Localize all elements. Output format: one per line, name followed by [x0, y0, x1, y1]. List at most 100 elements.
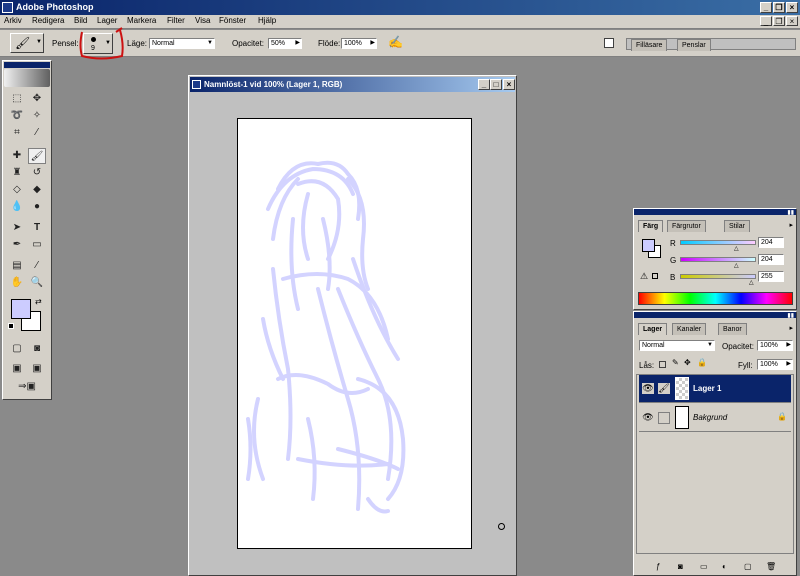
adjustment-layer-icon[interactable]: ◐	[722, 562, 727, 571]
zoom-tool-icon[interactable]: 🔍	[28, 275, 46, 291]
foreground-color-swatch[interactable]	[11, 299, 31, 319]
dodge-tool-icon[interactable]: ●	[28, 199, 46, 215]
menu-hjalp[interactable]: Hjälp	[258, 16, 276, 25]
paint-bucket-icon[interactable]: ◆	[28, 182, 46, 198]
doc-window-maximize-button[interactable]: □	[490, 79, 502, 90]
tool-preset-picker[interactable]: 🖌 ▼	[10, 33, 44, 53]
tab-kanaler[interactable]: Kanaler	[672, 323, 707, 335]
gamut-warning-icon: ⚠	[640, 271, 649, 281]
brush-link-icon[interactable]: 🖌	[658, 383, 670, 394]
channel-b-field[interactable]: 255	[758, 271, 784, 282]
tab-penslar[interactable]: Penslar	[677, 39, 711, 51]
canvas[interactable]	[237, 118, 472, 549]
lock-all-icon[interactable]: 🔒	[697, 358, 707, 367]
doc-restore-button[interactable]: ❐	[773, 16, 785, 26]
lock-transparency-icon[interactable]	[659, 361, 666, 368]
swap-colors-icon[interactable]: ⇄	[35, 297, 42, 306]
new-set-icon[interactable]: ▭	[700, 562, 708, 571]
full-screen-icon[interactable]: ▣	[28, 361, 46, 377]
crop-tool-icon[interactable]: ⌗	[8, 125, 26, 141]
color-panel-close-icon[interactable]: ▮▮	[787, 209, 794, 216]
tab-fillasare[interactable]: Filläsare	[631, 39, 668, 51]
mode-select[interactable]: Normal ▼	[149, 38, 215, 49]
imageready-icon[interactable]: ⇒▣	[13, 379, 41, 395]
tab-banor[interactable]: Banor	[718, 323, 747, 335]
opacity-field[interactable]: 50% ▶	[268, 38, 302, 49]
tab-lager[interactable]: Lager	[638, 323, 668, 335]
move-tool-icon[interactable]: ✥	[28, 91, 46, 107]
pen-tool-icon[interactable]: ✒	[8, 237, 26, 253]
magic-wand-icon[interactable]: ✧	[28, 108, 46, 124]
clone-stamp-icon[interactable]: ♜	[8, 165, 26, 181]
brush-tool-icon[interactable]: 🖌	[28, 148, 46, 164]
doc-window-minimize-button[interactable]: _	[478, 79, 490, 90]
layer-link-box[interactable]	[658, 412, 670, 424]
path-selection-icon[interactable]: ➤	[8, 220, 26, 236]
layers-panel-close-icon[interactable]: ▮▮	[787, 312, 794, 319]
fill-field[interactable]: 100% ▶	[757, 359, 793, 370]
palette-well-icon[interactable]	[604, 38, 614, 48]
menu-visa[interactable]: Visa	[195, 16, 210, 25]
channel-r-field[interactable]: 204	[758, 237, 784, 248]
menu-redigera[interactable]: Redigera	[32, 16, 64, 25]
document-title: Namnlöst-1 vid 100% (Lager 1, RGB)	[204, 80, 343, 89]
menu-fonster[interactable]: Fönster	[219, 16, 246, 25]
hand-tool-icon[interactable]: ✋	[8, 275, 26, 291]
tab-farg[interactable]: Färg	[638, 220, 664, 232]
panel-menu-icon[interactable]: ▸	[789, 324, 793, 332]
healing-brush-icon[interactable]: ✚	[8, 148, 26, 164]
slider-thumb-icon[interactable]: △	[734, 245, 739, 252]
new-layer-icon[interactable]: ▢	[744, 562, 752, 571]
panel-menu-icon[interactable]: ▸	[789, 221, 793, 229]
layer-row-lager-1[interactable]: 👁 🖌 Lager 1	[639, 375, 791, 403]
channel-r-slider[interactable]	[680, 240, 756, 245]
type-tool-icon[interactable]: T	[28, 220, 46, 236]
lock-position-icon[interactable]: ✥	[684, 358, 691, 367]
minimize-button[interactable]: _	[760, 2, 772, 13]
doc-window-close-button[interactable]: ×	[503, 79, 515, 90]
menu-bild[interactable]: Bild	[74, 16, 87, 25]
standard-mode-icon[interactable]: ▢	[8, 341, 26, 357]
marquee-tool-icon[interactable]: ⬚	[8, 91, 26, 107]
default-colors-icon[interactable]	[8, 323, 14, 329]
slider-thumb-icon[interactable]: △	[734, 262, 739, 269]
menu-filter[interactable]: Filter	[167, 16, 185, 25]
slice-tool-icon[interactable]: ⁄	[28, 125, 46, 141]
history-brush-icon[interactable]: ↺	[28, 165, 46, 181]
notes-tool-icon[interactable]: ▤	[8, 258, 26, 274]
airbrush-icon[interactable]: ✍	[388, 35, 403, 49]
channel-g-field[interactable]: 204	[758, 254, 784, 265]
menu-markera[interactable]: Markera	[127, 16, 156, 25]
channel-g-slider[interactable]	[680, 257, 756, 262]
menu-lager[interactable]: Lager	[97, 16, 117, 25]
adobe-online-icon[interactable]	[4, 69, 50, 87]
menu-arkiv[interactable]: Arkiv	[4, 16, 22, 25]
color-spectrum-bar[interactable]	[638, 292, 793, 305]
visibility-eye-icon[interactable]: 👁	[642, 412, 654, 423]
flow-field[interactable]: 100% ▶	[341, 38, 377, 49]
color-panel-foreground-swatch[interactable]	[642, 239, 655, 252]
visibility-eye-icon[interactable]: 👁	[642, 383, 654, 394]
eyedropper-icon[interactable]: ⁄	[28, 258, 46, 274]
slider-thumb-icon[interactable]: △	[749, 279, 754, 286]
blur-tool-icon[interactable]: 💧	[8, 199, 26, 215]
quick-mask-icon[interactable]: ◙	[28, 341, 46, 357]
shape-tool-icon[interactable]: ▭	[28, 237, 46, 253]
doc-close-button[interactable]: ×	[786, 16, 798, 26]
lasso-tool-icon[interactable]: ➰	[8, 108, 26, 124]
trash-icon[interactable]: 🗑	[766, 562, 776, 571]
screen-mode-icon[interactable]: ▣	[8, 361, 26, 377]
tab-fargrutor[interactable]: Färgrutor	[667, 220, 706, 232]
tab-stilar[interactable]: Stilar	[724, 220, 750, 232]
close-button[interactable]: ×	[786, 2, 798, 13]
layer-blend-mode-select[interactable]: Normal ▼	[639, 340, 715, 351]
layer-row-bakgrund[interactable]: 👁 Bakgrund 🔒	[639, 404, 791, 432]
doc-minimize-button[interactable]: _	[760, 16, 772, 26]
eraser-tool-icon[interactable]: ◇	[8, 182, 26, 198]
layer-opacity-field[interactable]: 100% ▶	[757, 340, 793, 351]
layer-style-icon[interactable]: ƒ	[656, 562, 660, 571]
lock-pixels-icon[interactable]: ✎	[672, 358, 679, 367]
layer-mask-icon[interactable]: ◙	[678, 562, 683, 571]
channel-b-slider[interactable]	[680, 274, 756, 279]
restore-button[interactable]: ❐	[773, 2, 785, 13]
